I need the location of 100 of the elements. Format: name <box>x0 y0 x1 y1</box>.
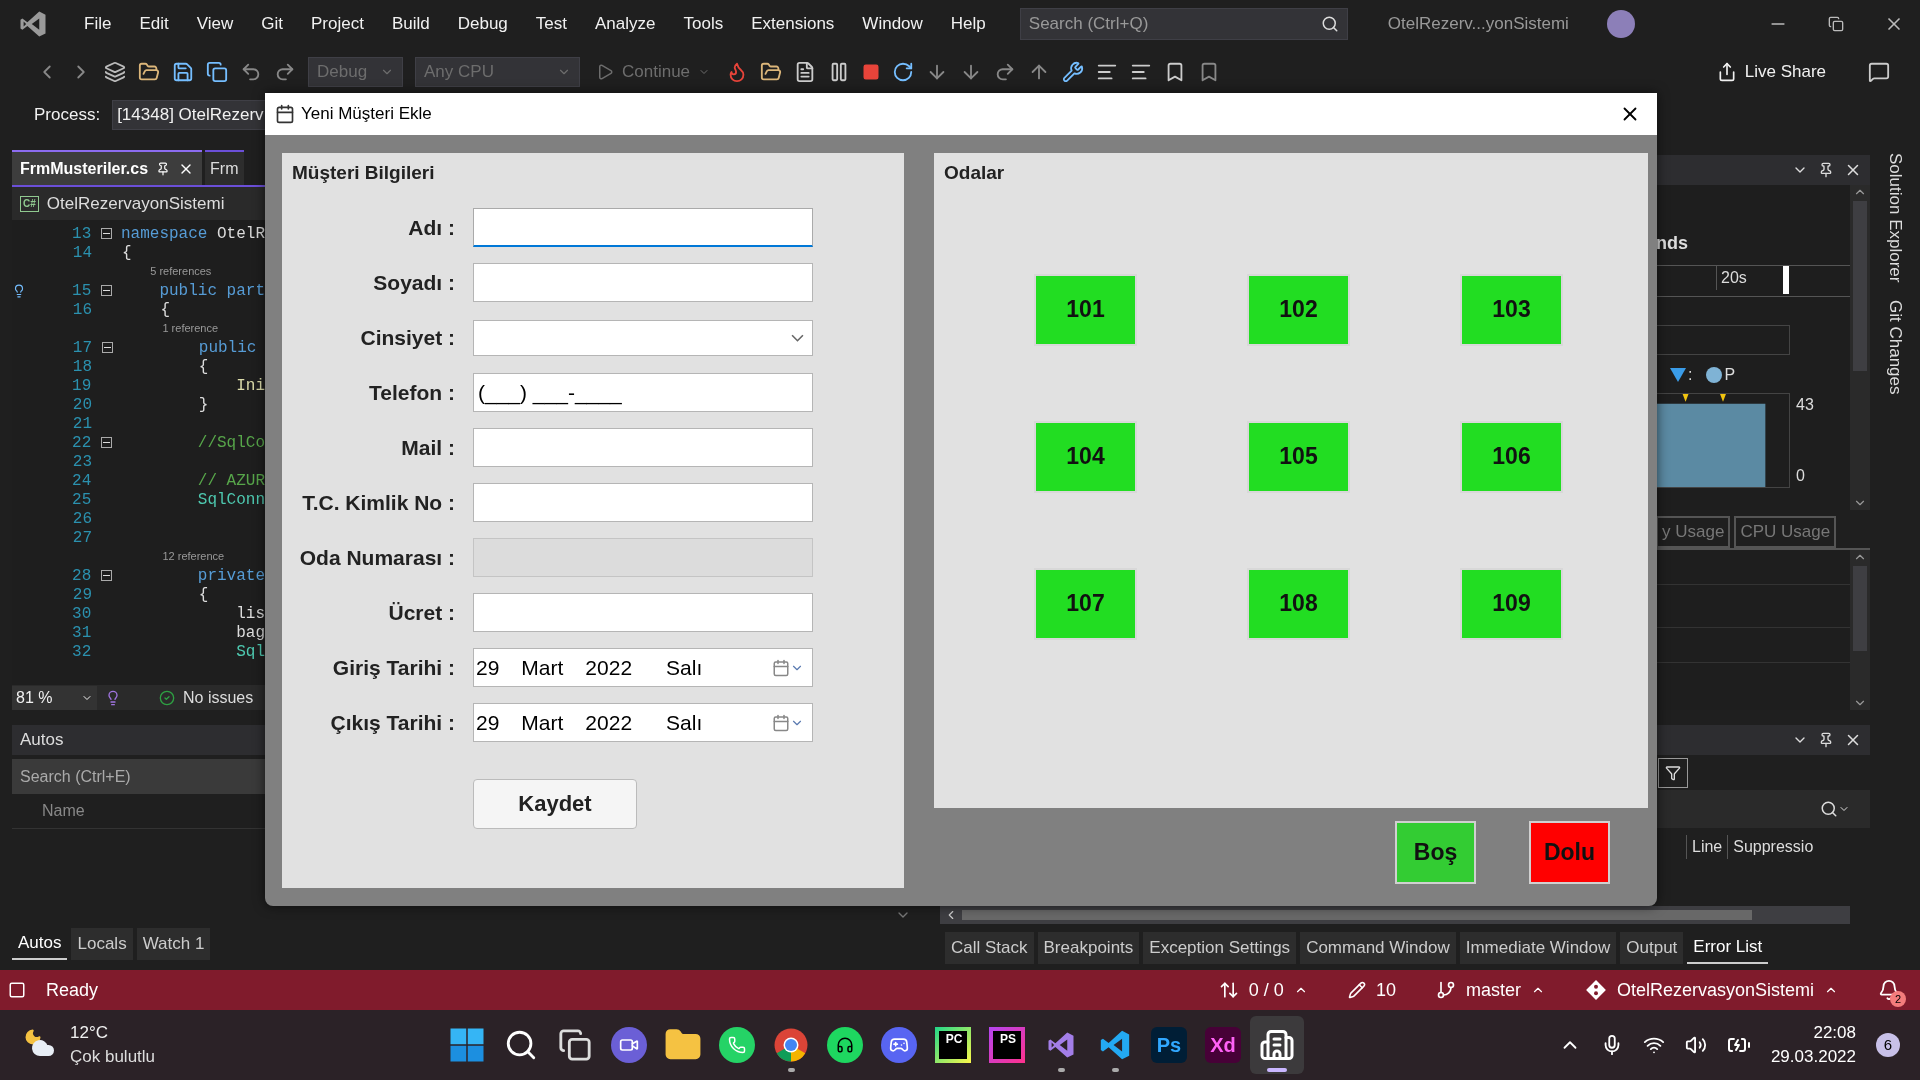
dialog-title: Yeni Müşteri Ekle <box>301 103 432 126</box>
sync-count[interactable]: 0 / 0 <box>1248 976 1284 1004</box>
save-button[interactable]: Kaydet <box>473 778 637 829</box>
zoom-dropdown[interactable]: 81 % <box>12 685 97 710</box>
fold-toggle[interactable] <box>100 285 112 296</box>
field-label: Adı : <box>407 214 455 241</box>
filter-button[interactable] <box>1658 757 1688 788</box>
column-header[interactable]: Line <box>1686 835 1728 859</box>
text-field[interactable] <box>473 263 813 302</box>
menu-item[interactable]: Window <box>848 11 937 37</box>
text-field[interactable] <box>473 593 813 632</box>
panel-tab[interactable]: Autos <box>12 928 68 960</box>
menu-item[interactable]: Git <box>247 11 297 37</box>
panel-tab[interactable]: Locals <box>71 928 133 960</box>
room-button[interactable]: 106 <box>1460 420 1563 493</box>
menu-item[interactable]: View <box>182 11 248 37</box>
pin-icon[interactable] <box>156 161 171 176</box>
stop-icon[interactable] <box>862 62 881 81</box>
taskbar-app[interactable]: Ps <box>1142 1016 1196 1074</box>
room-button[interactable]: 103 <box>1460 273 1563 346</box>
editor-tab[interactable]: FrmMusteriler.cs <box>12 150 203 185</box>
lightbulb-icon[interactable] <box>105 689 121 706</box>
fold-toggle[interactable] <box>100 570 112 581</box>
menu-item[interactable]: Build <box>377 11 444 37</box>
code-lens[interactable]: 5 references <box>138 263 212 280</box>
notification-badge[interactable]: 6 <box>1876 1033 1900 1057</box>
feedback-icon[interactable] <box>1868 60 1890 83</box>
line-number: 23 <box>71 451 92 473</box>
restore-icon[interactable] <box>1828 16 1844 32</box>
fold-toggle[interactable] <box>101 342 113 353</box>
save-icon[interactable] <box>172 60 194 83</box>
clock-time[interactable]: 22:08 <box>1813 1021 1856 1045</box>
phone-field[interactable]: (___) ___-____ <box>473 373 813 412</box>
menu-item[interactable]: File <box>70 11 126 37</box>
vertical-scrollbar[interactable] <box>1850 550 1870 710</box>
room-button[interactable]: 101 <box>1034 273 1137 346</box>
panel-tab[interactable]: CPU Usage <box>1734 516 1837 548</box>
clock-date[interactable]: 29.03.2022 <box>1770 1045 1856 1069</box>
column-header[interactable]: Suppressio <box>1727 835 1819 859</box>
tools-icon[interactable] <box>1062 60 1085 83</box>
avatar[interactable] <box>1606 10 1635 38</box>
menu-item[interactable]: Debug <box>443 11 522 37</box>
horizontal-scrollbar[interactable] <box>940 906 1850 924</box>
panel-tab[interactable]: Watch 1 <box>136 928 211 960</box>
fold-toggle[interactable] <box>100 437 112 448</box>
open-folder-icon[interactable] <box>138 60 160 83</box>
menu-item[interactable]: Test <box>521 11 581 37</box>
taskbar-app[interactable] <box>1250 1016 1304 1074</box>
panel-tab[interactable]: Call Stack <box>945 931 1034 964</box>
changes-count[interactable]: 10 <box>1375 976 1396 1004</box>
menu-item[interactable]: Help <box>936 11 1000 37</box>
vertical-scrollbar[interactable] <box>1850 185 1870 510</box>
text-field[interactable] <box>473 428 813 467</box>
text-field[interactable] <box>473 483 813 522</box>
temperature[interactable]: 12°C <box>70 1021 156 1045</box>
date-picker[interactable]: 29 Mart 2022 Salı <box>473 648 813 687</box>
room-button[interactable]: 108 <box>1247 567 1350 640</box>
search-field[interactable]: Search (Ctrl+E) <box>12 759 265 794</box>
room-button[interactable]: 102 <box>1247 273 1350 346</box>
branch-name[interactable]: master <box>1465 976 1521 1004</box>
menu-item[interactable]: Project <box>297 11 378 37</box>
taskbar-app[interactable]: PC <box>926 1016 980 1074</box>
panel-tab[interactable]: Breakpoints <box>1037 931 1140 964</box>
pin-icon[interactable] <box>1818 732 1834 748</box>
volume-icon[interactable] <box>1684 1034 1707 1056</box>
live-share-button[interactable]: Live Share <box>1716 58 1826 85</box>
panel-tab[interactable]: Exception Settings <box>1143 931 1297 964</box>
text-field[interactable] <box>473 208 813 247</box>
taskbar-app[interactable]: Xd <box>1196 1016 1250 1074</box>
room-button[interactable]: 104 <box>1034 420 1137 493</box>
room-button[interactable]: 107 <box>1034 567 1137 640</box>
panel-tab[interactable]: Error List <box>1687 931 1769 964</box>
field-label: Mail : <box>400 434 455 461</box>
editor-tab[interactable]: Frm <box>205 150 244 185</box>
taskbar-app[interactable]: PS <box>980 1016 1034 1074</box>
video-chat-icon <box>611 1027 647 1063</box>
side-tab[interactable]: Solution Explorer <box>1882 153 1908 283</box>
menu-item[interactable]: Analyze <box>581 11 670 37</box>
room-button[interactable]: 105 <box>1247 420 1350 493</box>
code-lens[interactable]: 12 reference <box>138 548 225 565</box>
pin-icon[interactable] <box>1818 162 1834 178</box>
project-dropdown[interactable]: OtelRezervayonSistemi <box>46 190 225 217</box>
panel-tab[interactable]: Immediate Window <box>1459 931 1617 964</box>
room-button[interactable]: 109 <box>1460 567 1563 640</box>
menu-item[interactable]: Extensions <box>737 11 849 37</box>
search-icon[interactable] <box>1820 800 1838 818</box>
panel-tab[interactable]: Command Window <box>1300 931 1456 964</box>
panel-tab[interactable]: Output <box>1620 931 1684 964</box>
weather-text[interactable]: Çok bulutlu <box>70 1045 156 1069</box>
restart-icon[interactable] <box>892 60 915 83</box>
column-header[interactable]: Name <box>42 799 85 823</box>
search-field[interactable]: Search (Ctrl+Q) <box>1019 8 1348 40</box>
fold-toggle[interactable] <box>100 228 112 239</box>
code-lens[interactable]: 1 reference <box>138 320 219 337</box>
date-picker[interactable]: 29 Mart 2022 Salı <box>473 703 813 742</box>
menu-item[interactable]: Tools <box>669 11 738 37</box>
menu-item[interactable]: Edit <box>125 11 183 37</box>
process-dropdown[interactable]: [14348] OtelRezerv <box>112 100 268 130</box>
side-tab[interactable]: Git Changes <box>1882 300 1908 395</box>
repository-name[interactable]: OtelRezervasyonSistemi <box>1616 976 1814 1004</box>
